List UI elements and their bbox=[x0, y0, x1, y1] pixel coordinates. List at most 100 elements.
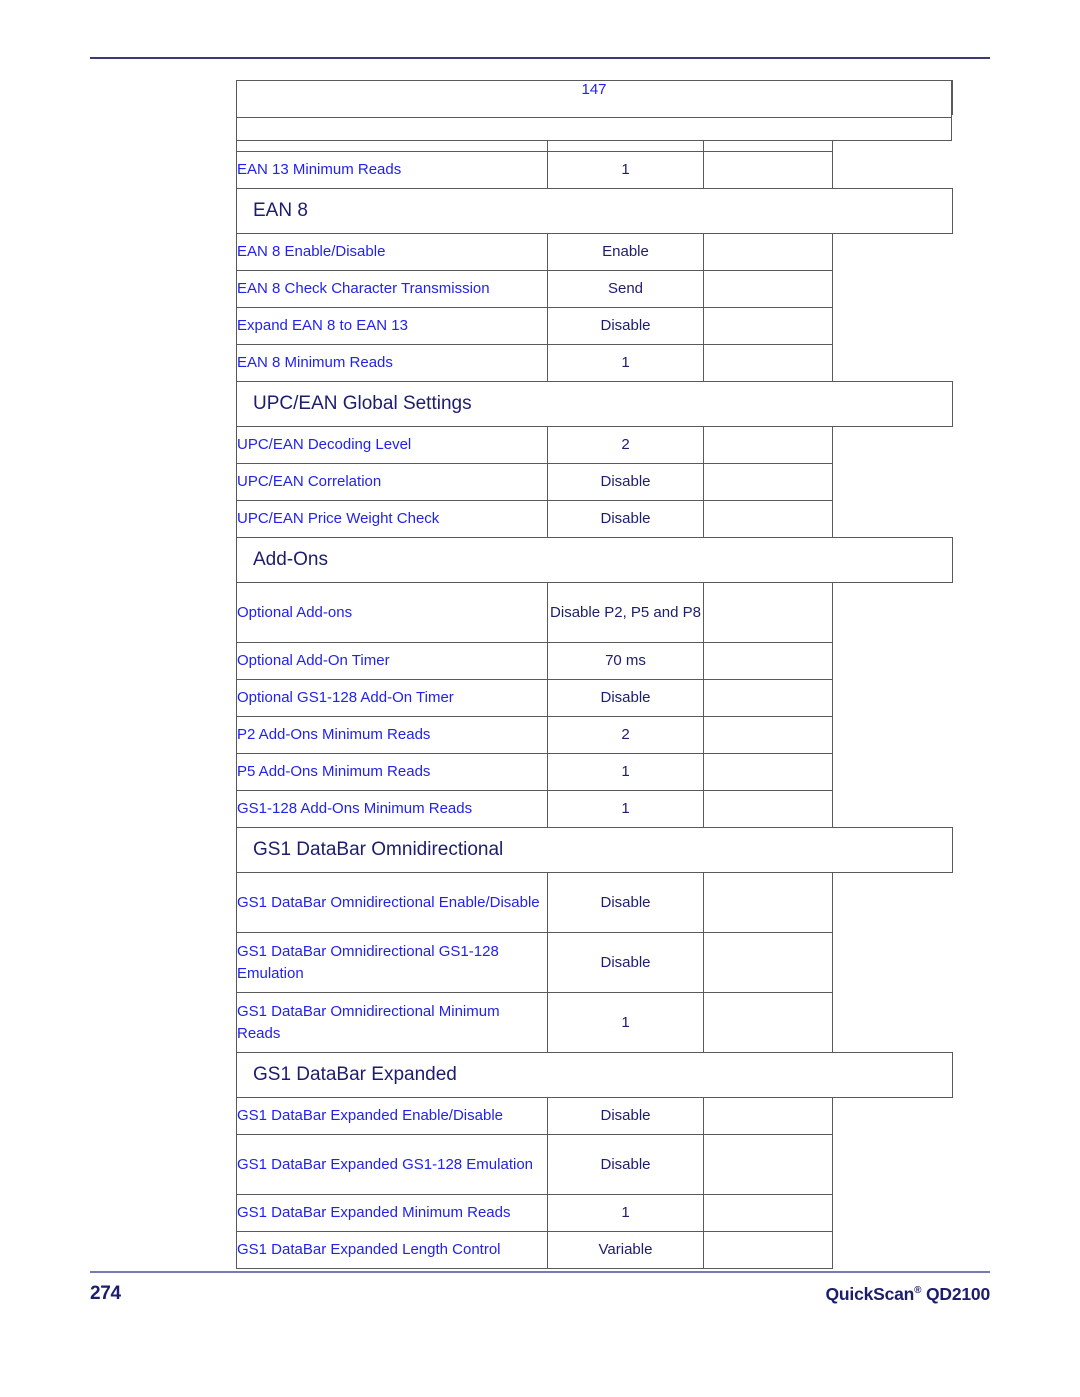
trademark-icon: ® bbox=[914, 1285, 922, 1297]
table-row: UPC/EAN Price Weight CheckDisable130 bbox=[236, 80, 953, 538]
default-value: Disable P2, P5 and P8 bbox=[547, 582, 704, 643]
parameter-link[interactable]: EAN 13 Minimum Reads bbox=[236, 151, 548, 189]
footer-product-label: QuickScan bbox=[825, 1284, 915, 1304]
parameter-link[interactable]: GS1 DataBar Omnidirectional Minimum Read… bbox=[236, 992, 548, 1053]
your-setting-cell[interactable] bbox=[703, 344, 833, 382]
default-value: Disable bbox=[547, 679, 704, 717]
table-row: P2 Add-Ons Minimum Reads2140 bbox=[236, 80, 953, 754]
table-row: P5 Add-Ons Minimum Reads1141 bbox=[236, 80, 953, 791]
table-row: GS1-128 Add-Ons Minimum Reads1142 bbox=[236, 80, 953, 828]
parameter-link[interactable]: GS1 DataBar Expanded GS1-128 Emulation bbox=[236, 1134, 548, 1195]
table-row: GS1 DataBar Omnidirectional Enable/Disab… bbox=[236, 80, 953, 933]
your-setting-cell[interactable] bbox=[703, 582, 833, 643]
document-page: Parameter Default Your Setting Page Numb… bbox=[0, 0, 1080, 1397]
your-setting-cell[interactable] bbox=[703, 151, 833, 189]
your-setting-cell[interactable] bbox=[703, 463, 833, 501]
parameter-link[interactable]: GS1 DataBar Expanded Minimum Reads bbox=[236, 1194, 548, 1232]
default-value: 2 bbox=[547, 426, 704, 464]
your-setting-cell[interactable] bbox=[703, 500, 833, 538]
footer-product-name: QuickScan® QD2100 bbox=[826, 1284, 991, 1305]
section-title: GS1 DataBar Expanded bbox=[236, 1052, 953, 1098]
parameter-link[interactable]: P5 Add-Ons Minimum Reads bbox=[236, 753, 548, 791]
default-value: Disable bbox=[547, 463, 704, 501]
header-divider bbox=[90, 57, 990, 59]
table-row: Expand EAN 8 to EAN 13Disable125 bbox=[236, 80, 953, 345]
your-setting-cell[interactable] bbox=[703, 426, 833, 464]
default-value: Variable bbox=[547, 1231, 704, 1269]
your-setting-cell[interactable] bbox=[703, 753, 833, 791]
section-header-row: Add-Ons bbox=[236, 537, 953, 583]
parameter-table: Parameter Default Your Setting Page Numb… bbox=[236, 80, 953, 1269]
parameter-link[interactable]: UPC/EAN Price Weight Check bbox=[236, 500, 548, 538]
section-header-row: GS1 DataBar Omnidirectional bbox=[236, 827, 953, 873]
parameter-link[interactable]: GS1-128 Add-Ons Minimum Reads bbox=[236, 790, 548, 828]
parameter-table-body: EAN-13 ISBN ConversionDisable122EAN 13 M… bbox=[236, 80, 953, 1269]
default-value: 1 bbox=[547, 790, 704, 828]
table-row: EAN 8 Check Character TransmissionSend12… bbox=[236, 80, 953, 308]
table-row: UPC/EAN Decoding Level2127 bbox=[236, 80, 953, 464]
section-title: GS1 DataBar Omnidirectional bbox=[236, 827, 953, 873]
parameter-link[interactable]: UPC/EAN Correlation bbox=[236, 463, 548, 501]
section-title: UPC/EAN Global Settings bbox=[236, 381, 953, 427]
default-value: Send bbox=[547, 270, 704, 308]
table-row: Optional GS1-128 Add-On TimerDisable137 bbox=[236, 80, 953, 717]
parameter-link[interactable]: GS1 DataBar Expanded Length Control bbox=[236, 1231, 548, 1269]
section-header-row: EAN 8 bbox=[236, 188, 953, 234]
your-setting-cell[interactable] bbox=[703, 679, 833, 717]
default-value: Disable bbox=[547, 500, 704, 538]
default-value: Enable bbox=[547, 233, 704, 271]
section-header-row: GS1 DataBar Expanded bbox=[236, 1052, 953, 1098]
your-setting-cell[interactable] bbox=[703, 1231, 833, 1269]
section-title: EAN 8 bbox=[236, 188, 953, 234]
default-value: 1 bbox=[547, 1194, 704, 1232]
your-setting-cell[interactable] bbox=[703, 307, 833, 345]
table-row: Optional Add-On Timer70 ms134 bbox=[236, 80, 953, 680]
table-row: UPC/EAN CorrelationDisable129 bbox=[236, 80, 953, 501]
your-setting-cell[interactable] bbox=[703, 872, 833, 933]
default-value: 1 bbox=[547, 344, 704, 382]
parameter-link[interactable]: UPC/EAN Decoding Level bbox=[236, 426, 548, 464]
parameter-link[interactable]: EAN 8 Enable/Disable bbox=[236, 233, 548, 271]
parameter-link[interactable]: Optional Add-On Timer bbox=[236, 642, 548, 680]
your-setting-cell[interactable] bbox=[703, 932, 833, 993]
page-number-link[interactable]: 147 bbox=[236, 80, 952, 118]
default-value: 1 bbox=[547, 753, 704, 791]
table-row: GS1 DataBar Expanded Minimum Reads1146 bbox=[236, 80, 953, 1232]
your-setting-cell[interactable] bbox=[703, 1134, 833, 1195]
table-row: GS1 DataBar Expanded Length Control Varia… bbox=[236, 80, 953, 1269]
parameter-link[interactable]: Optional Add-ons bbox=[236, 582, 548, 643]
your-setting-cell[interactable] bbox=[703, 642, 833, 680]
default-value: 1 bbox=[547, 151, 704, 189]
section-title: Add-Ons bbox=[236, 537, 953, 583]
default-value: Disable bbox=[547, 1097, 704, 1135]
table-row: GS1 DataBar Omnidirectional GS1-128 Emul… bbox=[236, 80, 953, 993]
default-value: Disable bbox=[547, 872, 704, 933]
table-row: Optional Add-onsDisable P2, P5 and P8132 bbox=[236, 80, 953, 643]
parameter-link[interactable]: EAN 8 Minimum Reads bbox=[236, 344, 548, 382]
parameter-link[interactable]: GS1 DataBar Expanded Enable/Disable bbox=[236, 1097, 548, 1135]
parameter-link[interactable]: Optional GS1-128 Add-On Timer bbox=[236, 679, 548, 717]
parameter-link[interactable]: Expand EAN 8 to EAN 13 bbox=[236, 307, 548, 345]
footer-product-model: QD2100 bbox=[926, 1284, 990, 1304]
footer-page-number: 274 bbox=[90, 1283, 121, 1304]
parameter-link[interactable]: P2 Add-Ons Minimum Reads bbox=[236, 716, 548, 754]
your-setting-cell[interactable] bbox=[703, 1097, 833, 1135]
default-value: 2 bbox=[547, 716, 704, 754]
parameter-link[interactable]: GS1 DataBar Omnidirectional Enable/Disab… bbox=[236, 872, 548, 933]
your-setting-cell[interactable] bbox=[703, 1194, 833, 1232]
parameter-link[interactable]: EAN 8 Check Character Transmission bbox=[236, 270, 548, 308]
your-setting-cell[interactable] bbox=[703, 270, 833, 308]
footer-divider bbox=[90, 1271, 990, 1273]
table-row: EAN 8 Minimum Reads1126 bbox=[236, 80, 953, 382]
default-value: 1 bbox=[547, 992, 704, 1053]
your-setting-cell[interactable] bbox=[703, 992, 833, 1053]
table-row: EAN 13 Minimum Reads1123 bbox=[236, 80, 953, 189]
parameter-link[interactable]: GS1 DataBar Omnidirectional GS1-128 Emul… bbox=[236, 932, 548, 993]
table-row: GS1 DataBar Expanded GS1-128 Emulation Di… bbox=[236, 80, 953, 1195]
section-header-row: UPC/EAN Global Settings bbox=[236, 381, 953, 427]
your-setting-cell[interactable] bbox=[703, 716, 833, 754]
parameter-table-container: Parameter Default Your Setting Page Numb… bbox=[236, 80, 953, 1269]
table-row: EAN 8 Enable/DisableEnable124 bbox=[236, 80, 953, 271]
your-setting-cell[interactable] bbox=[703, 233, 833, 271]
your-setting-cell[interactable] bbox=[703, 790, 833, 828]
